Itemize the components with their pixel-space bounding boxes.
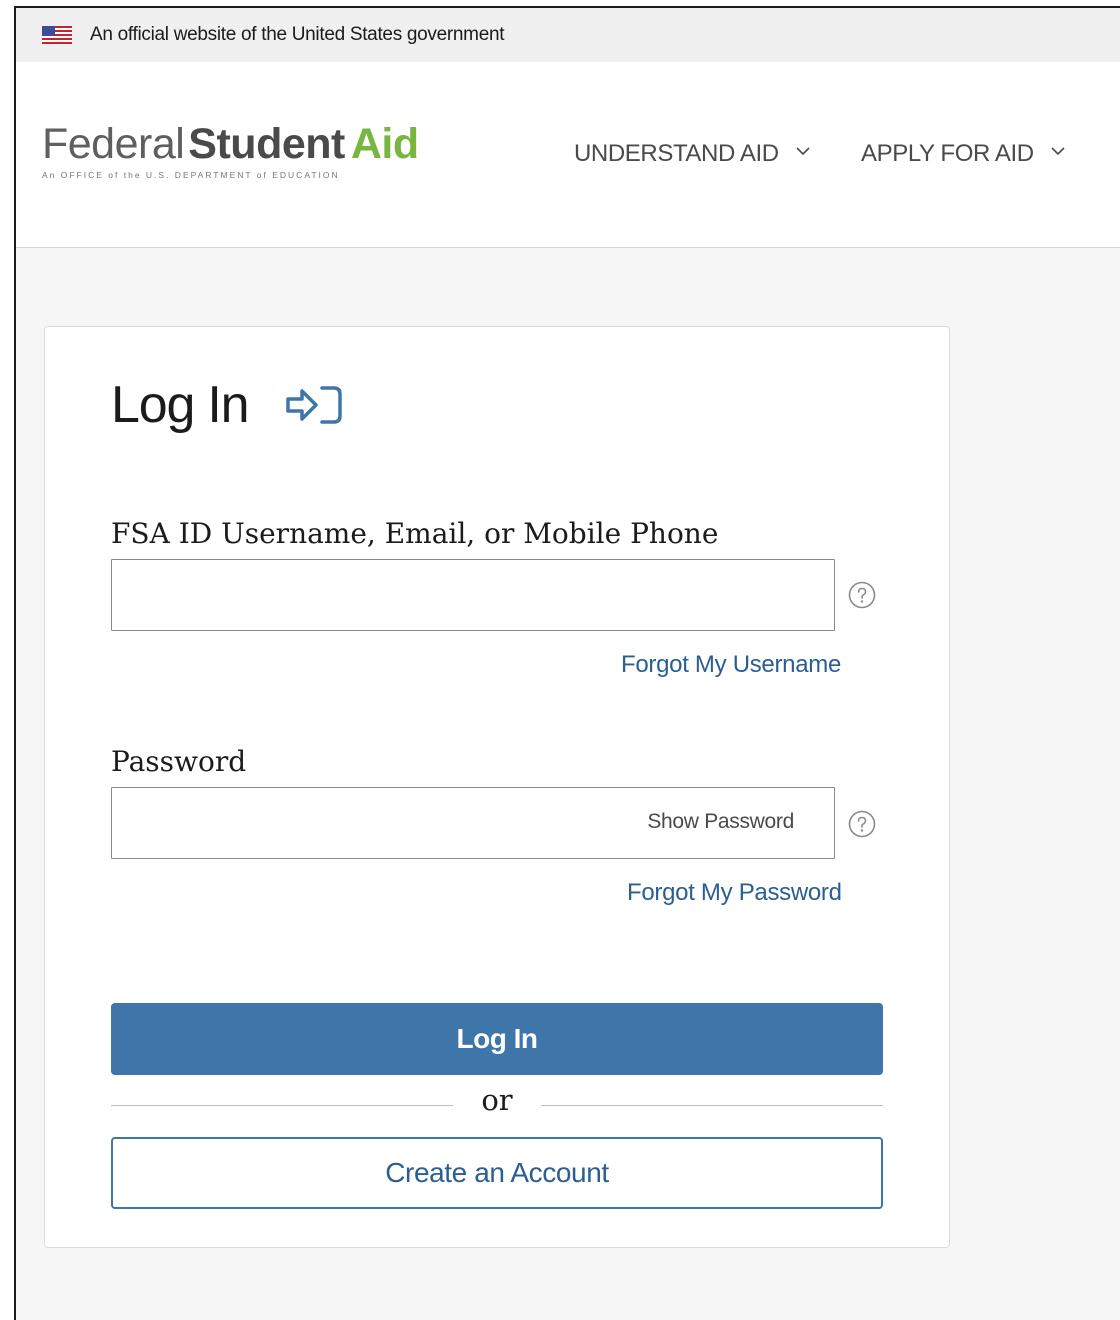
site-header: FederalStudent Aid An OFFICE of the U.S. … xyxy=(16,62,1120,248)
login-button[interactable]: Log In xyxy=(111,1003,883,1075)
create-account-button[interactable]: Create an Account xyxy=(111,1137,883,1209)
nav-understand-aid-label: UNDERSTAND AID xyxy=(574,140,779,167)
gov-banner: An official website of the United States… xyxy=(16,8,1120,62)
page-title: Log In xyxy=(111,376,250,434)
or-divider: or xyxy=(111,1083,883,1127)
nav-apply-for-aid-label: APPLY FOR AID xyxy=(861,140,1034,167)
forgot-password-link[interactable]: Forgot My Password xyxy=(627,879,842,907)
password-label: Password xyxy=(111,745,247,778)
or-text: or xyxy=(481,1083,513,1117)
login-card: Log In FSA ID Username, Email, or Mobile… xyxy=(44,326,950,1248)
logo-aid: Aid xyxy=(350,120,419,168)
chevron-down-icon xyxy=(796,147,810,156)
logo-federal: Federal xyxy=(42,120,185,168)
nav-understand-aid[interactable]: UNDERSTAND AID xyxy=(574,140,811,168)
chevron-down-icon xyxy=(1051,147,1065,156)
show-password-button[interactable]: Show Password xyxy=(647,810,794,834)
page-frame: An official website of the United States… xyxy=(14,6,1120,1320)
password-input[interactable] xyxy=(128,788,608,858)
username-label: FSA ID Username, Email, or Mobile Phone xyxy=(111,517,719,550)
divider-line-left xyxy=(111,1105,453,1106)
login-arrow-icon xyxy=(286,386,343,424)
password-field-wrapper: Show Password xyxy=(111,787,835,859)
divider-line-right xyxy=(541,1105,883,1106)
help-icon[interactable] xyxy=(847,580,877,610)
nav-apply-for-aid[interactable]: APPLY FOR AID xyxy=(861,140,1066,168)
gov-banner-text: An official website of the United States… xyxy=(90,24,505,45)
forgot-username-link[interactable]: Forgot My Username xyxy=(621,651,841,679)
username-input[interactable] xyxy=(111,559,835,631)
logo-wordmark: FederalStudent Aid xyxy=(42,122,419,166)
logo-student: Student xyxy=(188,120,345,168)
login-heading: Log In xyxy=(111,375,344,435)
us-flag-icon xyxy=(42,26,72,44)
help-icon[interactable] xyxy=(847,809,877,839)
fsa-logo[interactable]: FederalStudent Aid An OFFICE of the U.S. … xyxy=(42,122,419,180)
logo-subtitle: An OFFICE of the U.S. DEPARTMENT of EDUC… xyxy=(42,170,340,180)
